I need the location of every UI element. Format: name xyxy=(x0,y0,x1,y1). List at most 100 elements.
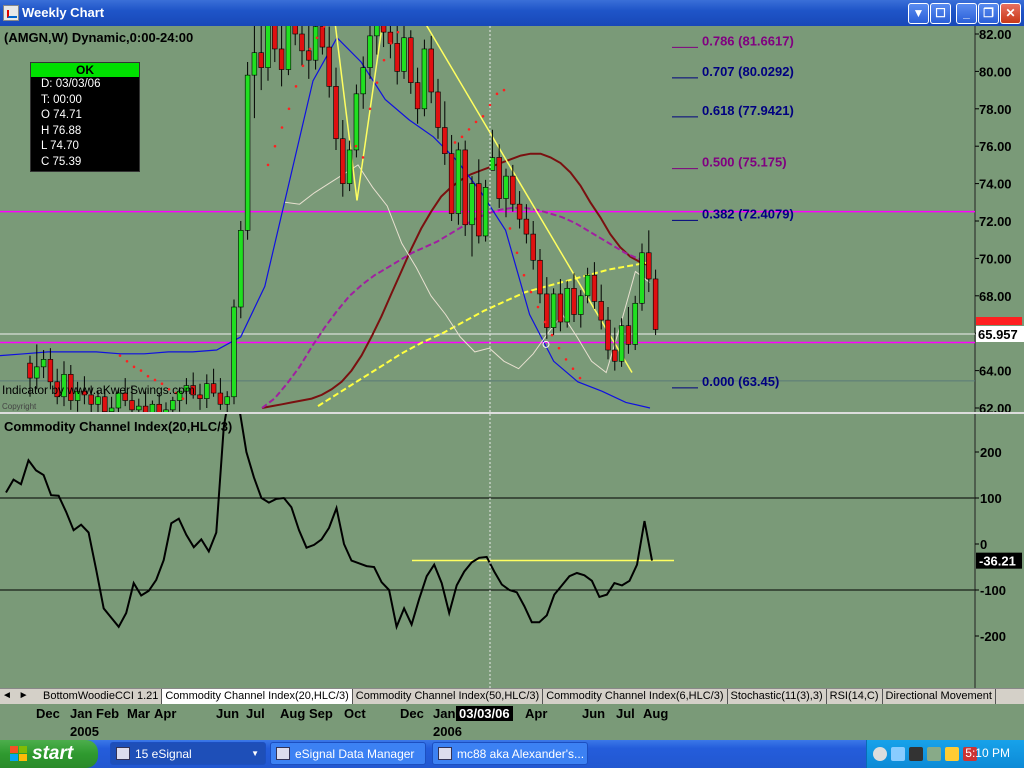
candle-body xyxy=(530,233,536,261)
candle xyxy=(421,39,428,117)
start-label: start xyxy=(32,743,74,764)
sar-dot xyxy=(488,103,492,107)
taskbar-item-label: mc88 aka Alexander's... xyxy=(457,747,585,761)
candle-body xyxy=(258,52,264,68)
sar-dot xyxy=(495,92,499,96)
price-chart[interactable]: 0.786 (81.6617) 0.707 (80.0292) 0.618 (77.… xyxy=(0,26,1024,412)
close-button[interactable]: ✕ xyxy=(1000,3,1021,24)
esignal-icon xyxy=(116,747,130,760)
tab-scroll-arrows[interactable]: ◄ ► xyxy=(2,690,31,701)
network-icon[interactable] xyxy=(891,747,905,761)
sar-dot xyxy=(453,141,457,144)
chart-app-icon[interactable] xyxy=(3,5,19,21)
candle-body xyxy=(435,91,441,128)
candle-body xyxy=(292,26,298,35)
candle-body xyxy=(217,392,224,405)
price-tick-label: 68.00 xyxy=(979,289,1012,304)
candle-body xyxy=(149,403,156,412)
candle-body xyxy=(346,149,353,184)
info-status: OK xyxy=(31,63,139,77)
sar-dot xyxy=(181,397,185,400)
date-label: Apr xyxy=(154,706,177,721)
candle xyxy=(632,295,638,351)
cci-tick-label: 100 xyxy=(980,491,1002,506)
taskbar-item-data-manager[interactable]: eSignal Data Manager xyxy=(270,742,426,765)
tab-directional-movement[interactable]: Directional Movement xyxy=(882,689,996,704)
candle-body xyxy=(387,31,394,44)
hidden-price-tag xyxy=(976,317,1022,326)
tab-cci-6[interactable]: Commodity Channel Index(6,HLC/3) xyxy=(543,689,728,704)
cci-value-tag: -36.21 xyxy=(979,554,1016,569)
fib-level-label: 0.000 (63.45) xyxy=(702,374,779,389)
sar-dot xyxy=(354,144,358,148)
candle-body xyxy=(408,37,414,83)
candle xyxy=(639,243,645,311)
cursor-date-label: 03/03/06 xyxy=(456,706,513,721)
candle-body xyxy=(197,394,203,399)
candle-body xyxy=(312,26,319,61)
price-chart-background xyxy=(0,26,1024,412)
candle-body xyxy=(272,26,278,50)
sar-dot xyxy=(578,376,582,380)
candle xyxy=(244,62,251,240)
security-icon[interactable] xyxy=(927,747,941,761)
sar-dot xyxy=(118,354,122,357)
candle-body xyxy=(625,325,632,345)
candle-body xyxy=(646,252,652,280)
candle-body xyxy=(442,127,448,154)
sar-dot xyxy=(301,64,305,68)
tab-bottom-woodie-cci[interactable]: BottomWoodieCCI 1.21 xyxy=(40,689,163,704)
cci-tick-label: -200 xyxy=(980,629,1006,644)
window-toggle-button[interactable]: ☐ xyxy=(930,3,951,24)
date-label: Aug xyxy=(280,706,306,721)
cci-chart[interactable]: 3002001000-100-200-36.21 xyxy=(0,414,1024,688)
tray-expand-icon[interactable] xyxy=(873,747,887,761)
tab-cci-20[interactable]: Commodity Channel Index(20,HLC/3) xyxy=(162,689,353,704)
sar-dot xyxy=(368,107,372,111)
year-label: 2006 xyxy=(433,724,462,739)
sar-dot xyxy=(132,365,136,369)
candle-body xyxy=(244,74,251,231)
restore-button[interactable]: ❐ xyxy=(978,3,999,24)
candle-body xyxy=(652,278,659,330)
candle-body xyxy=(265,26,271,68)
tab-stochastic[interactable]: Stochastic(11(3),3) xyxy=(727,689,827,704)
volume-icon[interactable] xyxy=(945,747,959,761)
sar-dot xyxy=(375,81,379,84)
cci-chart-background xyxy=(0,414,1024,688)
sar-dot xyxy=(536,305,540,309)
taskbar-item-esignal[interactable]: 15 eSignal ▼ xyxy=(110,742,266,765)
candle-body xyxy=(394,43,400,72)
price-tick-label: 74.00 xyxy=(979,177,1012,192)
start-button[interactable]: start xyxy=(0,740,98,768)
printer-icon[interactable] xyxy=(909,747,923,761)
sar-dot xyxy=(522,273,526,277)
candle-body xyxy=(516,203,523,220)
sar-dot xyxy=(294,85,298,88)
date-label: Dec xyxy=(400,706,424,721)
candle-body xyxy=(129,400,135,411)
cci-tick-label: -100 xyxy=(980,583,1006,598)
info-open: O 74.71 xyxy=(41,109,82,121)
date-label: Feb xyxy=(96,706,120,721)
date-label: Jun xyxy=(216,706,240,721)
sar-dot xyxy=(467,128,471,131)
candle-body xyxy=(40,359,47,368)
candle-body xyxy=(414,82,421,110)
sar-dot xyxy=(557,346,561,350)
year-label: 2005 xyxy=(70,724,99,739)
date-label: Jul xyxy=(246,706,265,721)
price-tag-label: 65.957 xyxy=(978,327,1018,342)
tab-rsi[interactable]: RSI(14,C) xyxy=(826,689,883,704)
dropdown-button[interactable]: ▼ xyxy=(908,3,929,24)
fib-level-label: 0.500 (75.175) xyxy=(702,155,787,170)
taskbar-item-browser[interactable]: mc88 aka Alexander's... xyxy=(432,742,588,765)
tab-cci-50[interactable]: Commodity Channel Index(50,HLC/3) xyxy=(352,689,544,704)
sar-dot xyxy=(153,378,157,382)
windows-flag-icon xyxy=(10,746,28,762)
price-tick-label: 72.00 xyxy=(979,214,1012,229)
candle-body xyxy=(238,230,244,308)
minimize-button[interactable]: _ xyxy=(956,3,977,24)
browser-icon xyxy=(438,747,452,760)
candle-body xyxy=(224,396,230,405)
